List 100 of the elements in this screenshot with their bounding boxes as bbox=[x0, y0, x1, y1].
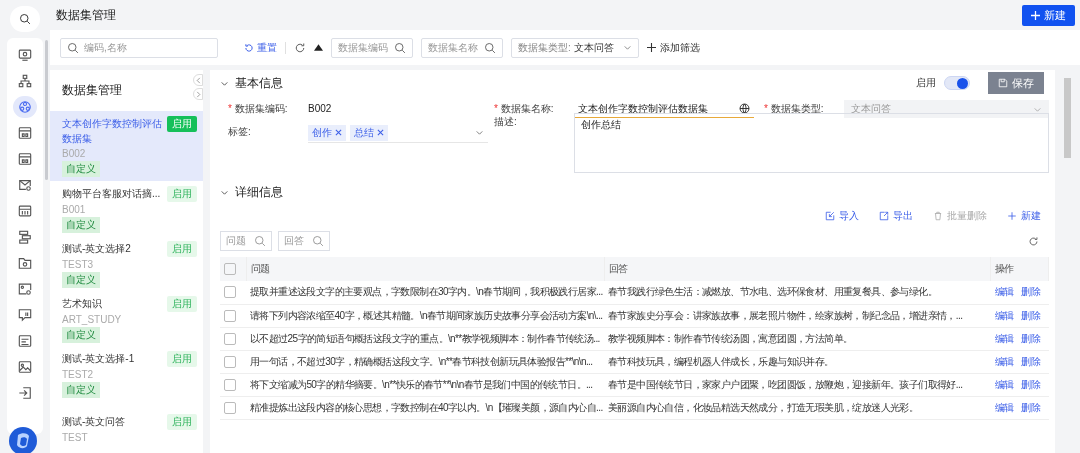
scrollbar[interactable] bbox=[1064, 78, 1071, 158]
dataset-item[interactable]: 测试-英文问答 启用 TEST bbox=[50, 401, 203, 453]
dataset-item[interactable]: 文本创作字数控制评估数据集 启用 B002 自定义 bbox=[50, 111, 203, 181]
plus-icon bbox=[647, 43, 656, 52]
page-title: 数据集管理 bbox=[56, 6, 116, 24]
filter-field[interactable]: 问题 bbox=[220, 231, 272, 251]
export-button[interactable]: 导出 bbox=[879, 209, 913, 223]
tag-chip[interactable]: 总结 bbox=[350, 124, 388, 141]
search-icon bbox=[394, 41, 406, 54]
field-label: 描述: bbox=[494, 115, 518, 129]
row-action-link[interactable]: 删除 bbox=[1021, 355, 1041, 367]
checkbox[interactable] bbox=[224, 378, 236, 391]
row-action-link[interactable]: 编辑 bbox=[994, 355, 1014, 367]
row-action-link[interactable]: 删除 bbox=[1021, 401, 1041, 413]
network-icon bbox=[18, 100, 32, 114]
panel-icon bbox=[18, 204, 32, 218]
dataset-code: TEST bbox=[62, 431, 89, 443]
add-filter-button[interactable]: 添加筛选 bbox=[647, 40, 700, 55]
app-logo bbox=[9, 427, 37, 453]
dataset-name: 文本创作字数控制评估数据集 bbox=[62, 117, 163, 146]
refresh-icon bbox=[294, 41, 306, 54]
dataset-code: TEST2 bbox=[62, 369, 95, 380]
checkbox[interactable] bbox=[224, 355, 236, 368]
enabled-label: 启用 bbox=[916, 76, 936, 90]
search-icon bbox=[254, 235, 266, 247]
answer-cell: 春节是中国传统节日，家家户户团聚，吃团圆饭，放鞭炮，迎接新年。孩子们取得好... bbox=[608, 378, 963, 390]
row-action-link[interactable]: 删除 bbox=[1021, 309, 1041, 321]
search-field[interactable]: 编码,名称 bbox=[60, 37, 218, 58]
question-cell: 精准提炼出这段内容的核心思想，字数控制在40字以内。\n【璀璨美颜，源自内心自... bbox=[250, 401, 603, 413]
reset-link[interactable]: 重置 bbox=[244, 40, 277, 55]
description-field[interactable]: 创作总结 bbox=[574, 113, 1049, 173]
name-input[interactable]: 文本创作字数控制评估数据集 bbox=[574, 100, 754, 118]
type-tag: 自定义 bbox=[62, 382, 100, 398]
tag-chip[interactable]: 创作 bbox=[308, 124, 346, 141]
chevron-down-icon bbox=[475, 128, 484, 137]
checkbox[interactable] bbox=[224, 401, 236, 414]
dataset-item[interactable]: 艺术知识 启用 ART_STUDY 自定义 bbox=[50, 291, 203, 346]
dataset-code: TEST3 bbox=[62, 259, 95, 270]
dataset-code: B002 bbox=[62, 148, 87, 159]
search-button[interactable] bbox=[10, 6, 40, 32]
field-label: * 数据集名称: bbox=[494, 102, 555, 116]
new-button[interactable]: 新建 bbox=[1022, 4, 1075, 26]
collapse-button[interactable] bbox=[314, 44, 323, 51]
search-icon bbox=[19, 13, 31, 25]
refresh-button[interactable] bbox=[294, 41, 306, 54]
image-icon bbox=[18, 282, 32, 296]
window-icon bbox=[18, 152, 32, 166]
nav-button[interactable] bbox=[13, 96, 37, 118]
dataset-item[interactable]: 测试-英文选择2 启用 TEST3 自定义 bbox=[50, 236, 203, 291]
status-tag: 启用 bbox=[167, 413, 197, 430]
save-icon bbox=[998, 78, 1008, 88]
row-action-link[interactable]: 编辑 bbox=[994, 286, 1014, 298]
close-icon[interactable] bbox=[377, 129, 384, 136]
row-action-link[interactable]: 删除 bbox=[1021, 332, 1041, 344]
mail-icon bbox=[18, 178, 32, 192]
row-action-link[interactable]: 删除 bbox=[1021, 286, 1041, 298]
filter-field[interactable]: 回答 bbox=[278, 231, 330, 251]
search-icon bbox=[312, 235, 324, 247]
trash-icon bbox=[933, 211, 943, 221]
status-tag: 启用 bbox=[167, 116, 197, 132]
column-header: 操作 bbox=[995, 263, 1014, 274]
row-action-link[interactable]: 删除 bbox=[1021, 378, 1041, 390]
dataset-name: 测试-英文选择2 bbox=[62, 242, 132, 256]
question-cell: 提取并重述这段文字的主要观点，字数限制在30字内。\n春节期间，我积极践行居家... bbox=[250, 286, 603, 298]
close-icon[interactable] bbox=[335, 129, 342, 136]
import-button[interactable]: 导入 bbox=[825, 209, 859, 223]
dataset-item[interactable]: 购物平台客服对话摘... 启用 B001 自定义 bbox=[50, 181, 203, 236]
scrollbar[interactable] bbox=[45, 40, 48, 180]
status-tag: 启用 bbox=[167, 186, 197, 202]
filter-field[interactable]: 数据集名称 bbox=[421, 37, 503, 58]
dataset-code: ART_STUDY bbox=[62, 314, 123, 325]
dataset-item[interactable]: 测试-英文选择-1 启用 TEST2 自定义 bbox=[50, 346, 203, 401]
field-label: * 数据集类型: bbox=[764, 102, 825, 116]
enabled-switch[interactable] bbox=[944, 76, 970, 90]
type-tag: 自定义 bbox=[62, 272, 100, 288]
type-select[interactable]: 数据集类型: 文本问答 bbox=[511, 37, 639, 58]
checkbox[interactable] bbox=[224, 263, 236, 276]
status-tag: 启用 bbox=[167, 241, 197, 257]
row-action-link[interactable]: 编辑 bbox=[994, 401, 1014, 413]
checkbox[interactable] bbox=[224, 286, 236, 299]
row-action-link[interactable]: 编辑 bbox=[994, 332, 1014, 344]
chevron-left-icon bbox=[194, 76, 202, 84]
add-button[interactable]: 新建 bbox=[1007, 209, 1041, 223]
checkbox[interactable] bbox=[224, 309, 236, 322]
refresh-button[interactable] bbox=[1028, 235, 1039, 247]
question-cell: 以不超过25字的简短语句概括这段文字的重点。\n**教学视频脚本：制作春节传统汤... bbox=[250, 332, 600, 344]
filter-field[interactable]: 数据集编码 bbox=[331, 37, 413, 58]
hierarchy-icon bbox=[18, 74, 32, 88]
answer-cell: 春节家族史分享会：讲家族故事，展老照片物件，绘家族树，制纪念品，增进亲情，... bbox=[608, 309, 963, 321]
save-button[interactable]: 保存 bbox=[988, 72, 1044, 94]
answer-cell: 教学视频脚本：制作春节传统汤圆，寓意团圆，方法简单。 bbox=[608, 332, 853, 344]
row-action-link[interactable]: 编辑 bbox=[994, 309, 1014, 321]
question-cell: 用一句话，不超过30字，精确概括这段文字。\n**春节科技创新玩具体验报告**\n\n... bbox=[250, 355, 593, 367]
row-action-link[interactable]: 编辑 bbox=[994, 378, 1014, 390]
code-value: B002 bbox=[308, 102, 332, 116]
chevron-right-icon bbox=[194, 90, 202, 98]
status-tag: 启用 bbox=[167, 351, 197, 367]
tags-select[interactable]: 创作 总结 bbox=[308, 123, 488, 143]
checkbox[interactable] bbox=[224, 332, 236, 345]
list-icon bbox=[18, 334, 32, 348]
